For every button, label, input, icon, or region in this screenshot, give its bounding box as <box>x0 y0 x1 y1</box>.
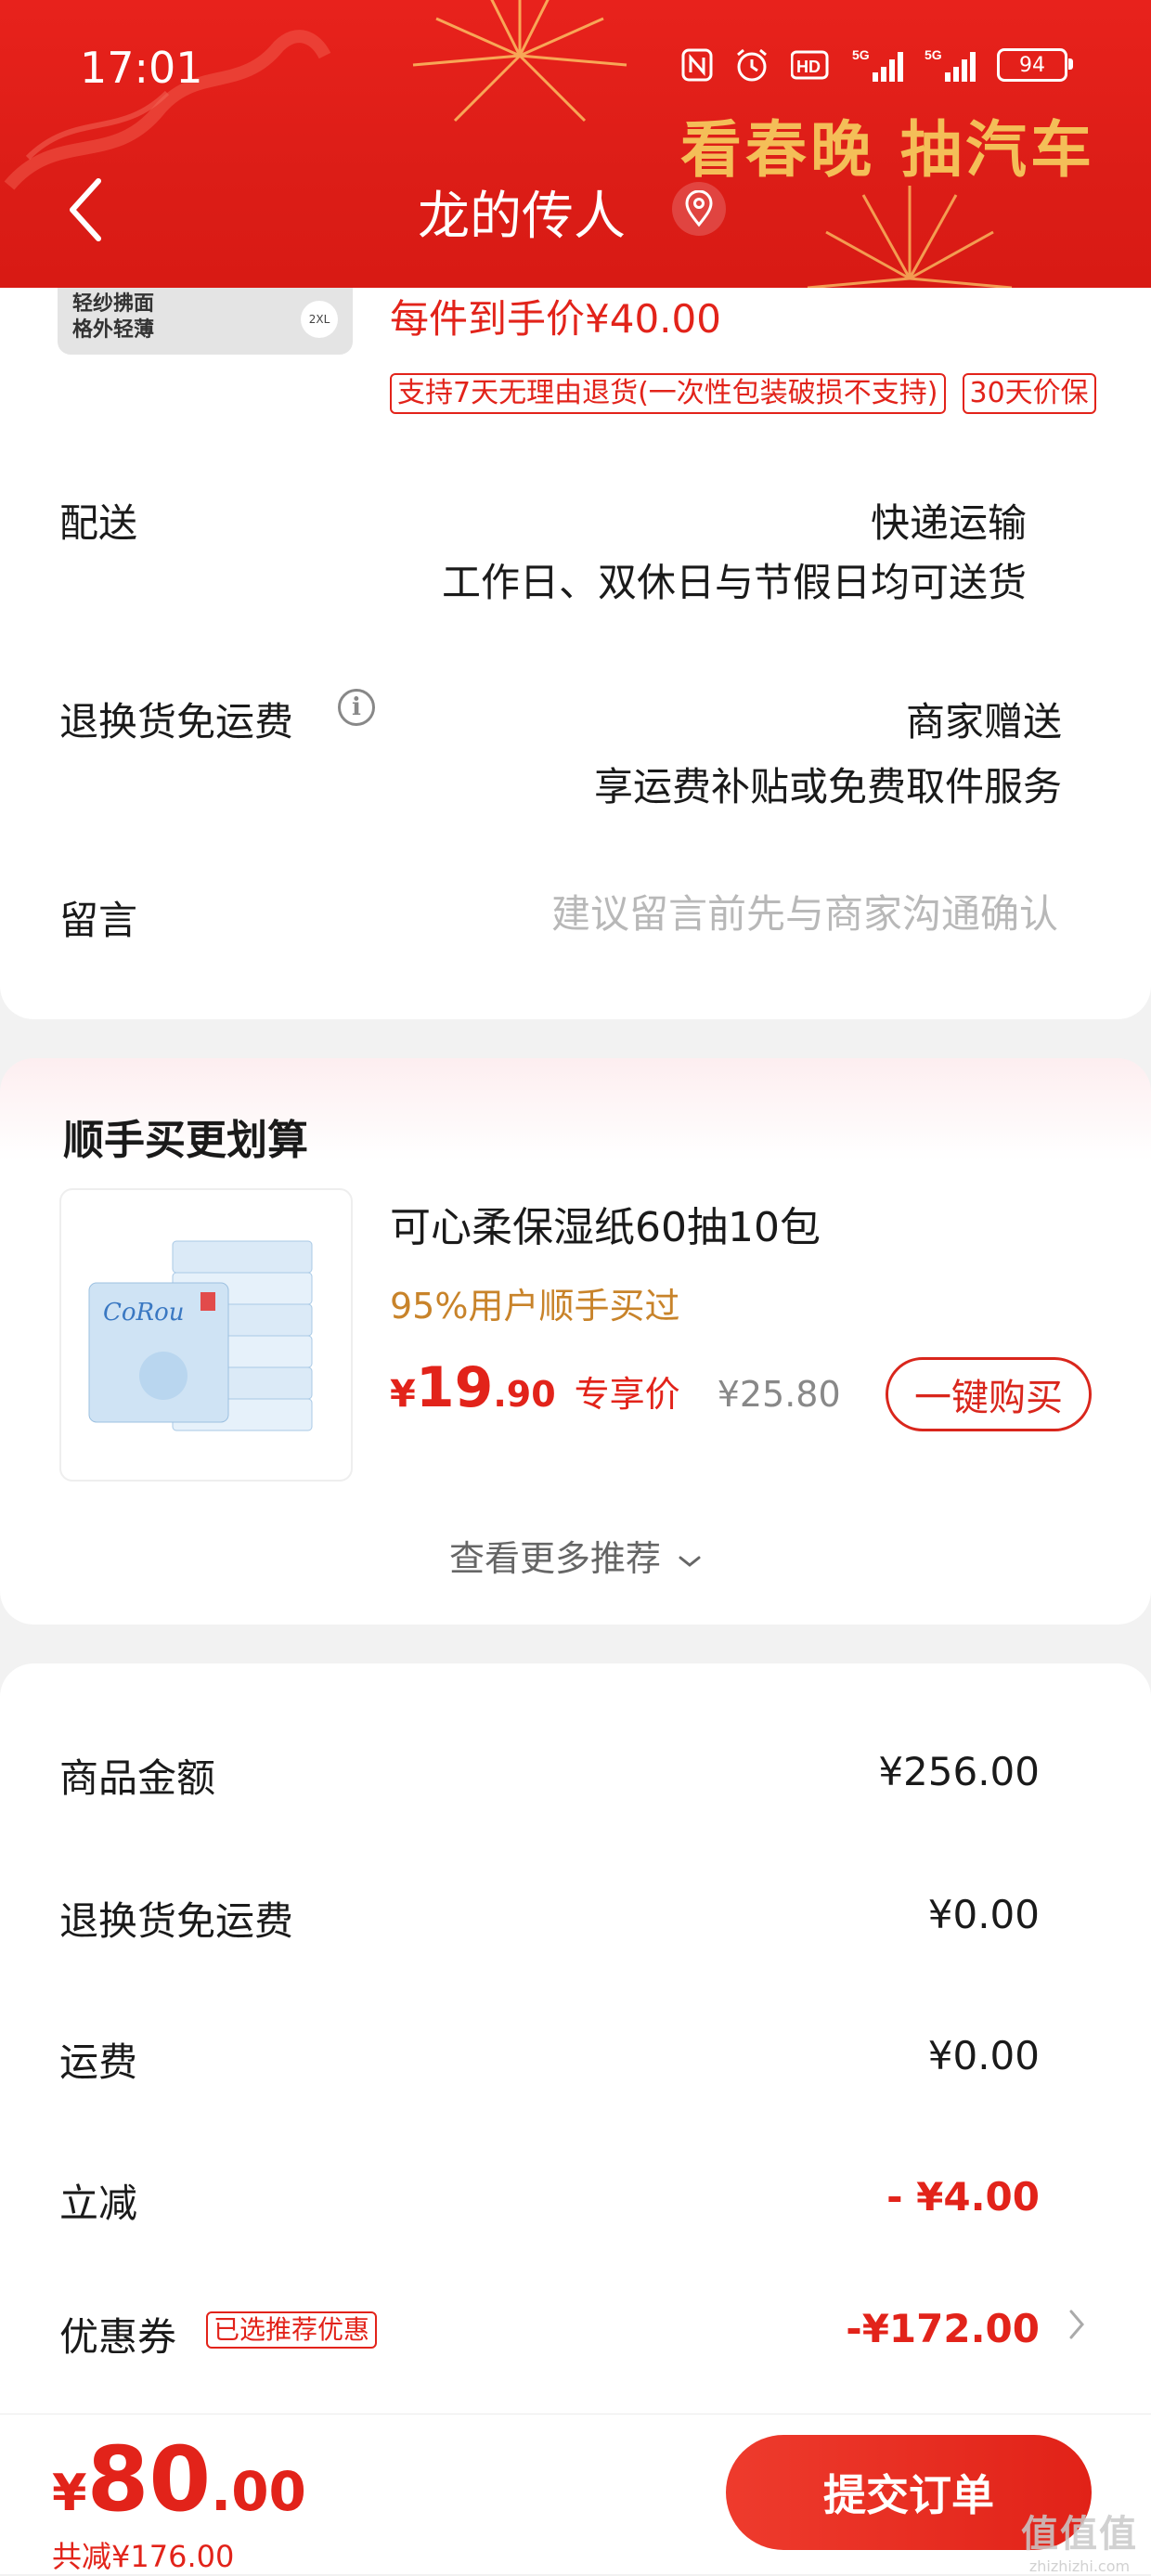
recommended-product-image[interactable]: CoRou <box>59 1188 353 1482</box>
total-price: ¥ 80 .00 <box>52 2435 306 2524</box>
view-more-recommendations[interactable]: 查看更多推荐 <box>0 1530 1151 1581</box>
info-icon[interactable]: i <box>338 689 375 726</box>
svg-text:5G: 5G <box>852 47 870 62</box>
signal-5g-icon: 5G <box>852 46 904 84</box>
instant-discount-label: 立减 <box>59 2181 138 2226</box>
alarm-icon <box>733 46 770 84</box>
location-pin-icon[interactable] <box>672 182 726 236</box>
total-saved: 共减¥176.00 <box>52 2539 235 2574</box>
page-title: 龙的传人 <box>418 187 626 247</box>
purchase-rate-text: 95%用户顺手买过 <box>390 1286 680 1327</box>
watermark-url: zhizhizhi.com <box>1028 2557 1131 2575</box>
checkout-bar: ¥ 80 .00 共减¥176.00 提交订单 值值值 zhizhizhi.co… <box>0 2414 1151 2575</box>
chevron-left-icon <box>70 178 101 241</box>
return-freight-label: 退换货免运费 <box>59 1898 294 1944</box>
message-input[interactable] <box>390 876 1058 951</box>
recommended-product-name[interactable]: 可心柔保湿纸60抽10包 <box>390 1194 821 1253</box>
delivery-schedule: 工作日、双休日与节假日均可送货 <box>441 560 1027 605</box>
hd-voice-icon: HD <box>791 49 832 81</box>
coupon-recommended-badge: 已选推荐优惠 <box>206 2311 378 2349</box>
one-click-buy-button[interactable]: 一键购买 <box>886 1357 1092 1431</box>
return-shipping-value: 商家赠送 <box>905 699 1062 744</box>
thumbnail-caption-line2: 格外轻薄 <box>72 318 155 342</box>
shipping-fee-value: ¥0.00 <box>927 2033 1040 2078</box>
order-detail-card: 轻纱拂面 格外轻薄 2XL 每件到手价¥40.00 支持7天无理由退货(一次性包… <box>0 288 1151 1019</box>
promo-banner-text[interactable]: 看春晚 抽汽车 <box>680 100 1095 189</box>
size-badge: 2XL <box>301 301 338 338</box>
return-freight-value: ¥0.00 <box>927 1892 1040 1937</box>
svg-text:HD: HD <box>796 58 821 76</box>
total-decimal: .00 <box>211 2460 306 2523</box>
original-price: ¥25.80 <box>717 1374 841 1415</box>
nfc-icon <box>681 48 713 82</box>
svg-text:5G: 5G <box>925 47 942 62</box>
service-tags: 支持7天无理由退货(一次性包装破损不支持) 30天价保 <box>390 373 1096 414</box>
coupon-value[interactable]: -¥172.00 <box>846 2306 1040 2351</box>
delivery-label: 配送 <box>59 500 138 546</box>
total-integer: 80 <box>86 2427 212 2531</box>
amount-summary-card: 商品金额 ¥256.00 退换货免运费 ¥0.00 运费 ¥0.00 立减 - … <box>0 1663 1151 2425</box>
total-currency: ¥ <box>52 2464 87 2522</box>
status-time: 17:01 <box>80 43 203 93</box>
status-bar: 17:01 HD 5G 5G 94 <box>0 37 1151 102</box>
view-more-label: 查看更多推荐 <box>448 1538 661 1579</box>
tissue-pack-image: CoRou <box>88 1240 313 1431</box>
price-decimal: .90 <box>493 1374 556 1415</box>
back-button[interactable] <box>58 173 113 247</box>
watermark-logo: 值值值 <box>1021 2513 1138 2556</box>
thumbnail-caption-line1: 轻纱拂面 <box>72 292 155 316</box>
svg-text:CoRou: CoRou <box>103 1299 185 1327</box>
coupon-select[interactable] <box>1067 2306 1086 2347</box>
price-protect-tag: 30天价保 <box>962 373 1096 414</box>
recommendation-title: 顺手买更划算 <box>63 1117 308 1164</box>
goods-amount-label: 商品金额 <box>59 1755 216 1801</box>
exclusive-price-label: 专享价 <box>574 1374 680 1415</box>
unit-price: 每件到手价¥40.00 <box>390 296 721 342</box>
instant-discount-value: - ¥4.00 <box>886 2174 1040 2220</box>
return-policy-tag: 支持7天无理由退货(一次性包装破损不支持) <box>390 373 946 414</box>
watermark: 值值值 zhizhizhi.com <box>1021 2504 1138 2575</box>
goods-amount-value: ¥256.00 <box>878 1749 1040 1794</box>
delivery-method[interactable]: 快递运输 <box>871 492 1027 549</box>
coupon-label: 优惠券 <box>59 2314 177 2360</box>
price-currency: ¥ <box>390 1373 416 1416</box>
product-thumbnail[interactable]: 轻纱拂面 格外轻薄 2XL <box>58 288 353 355</box>
price-integer: 19 <box>415 1355 494 1420</box>
thumbnail-caption: 轻纱拂面 格外轻薄 <box>72 291 154 343</box>
message-label: 留言 <box>59 898 138 943</box>
chevron-down-icon <box>679 1556 701 1567</box>
return-shipping-detail: 享运费补贴或免费取件服务 <box>593 764 1062 809</box>
chevron-right-icon <box>1069 2310 1084 2339</box>
recommendation-card: 顺手买更划算 CoRou 可心柔保湿纸60抽10包 95%用户顺手买过 ¥ 19… <box>0 1058 1151 1625</box>
return-shipping-label: 退换货免运费 <box>59 699 294 744</box>
battery-icon: 94 <box>997 48 1073 82</box>
status-icons: HD 5G 5G 94 <box>681 46 1073 84</box>
header: 17:01 HD 5G 5G 94 看春晚 抽汽车 龙的传人 <box>0 0 1151 288</box>
recommended-price: ¥ 19 .90 专享价 ¥25.80 <box>390 1355 841 1420</box>
signal-5g-icon: 5G <box>925 46 976 84</box>
shipping-fee-label: 运费 <box>59 2039 138 2085</box>
